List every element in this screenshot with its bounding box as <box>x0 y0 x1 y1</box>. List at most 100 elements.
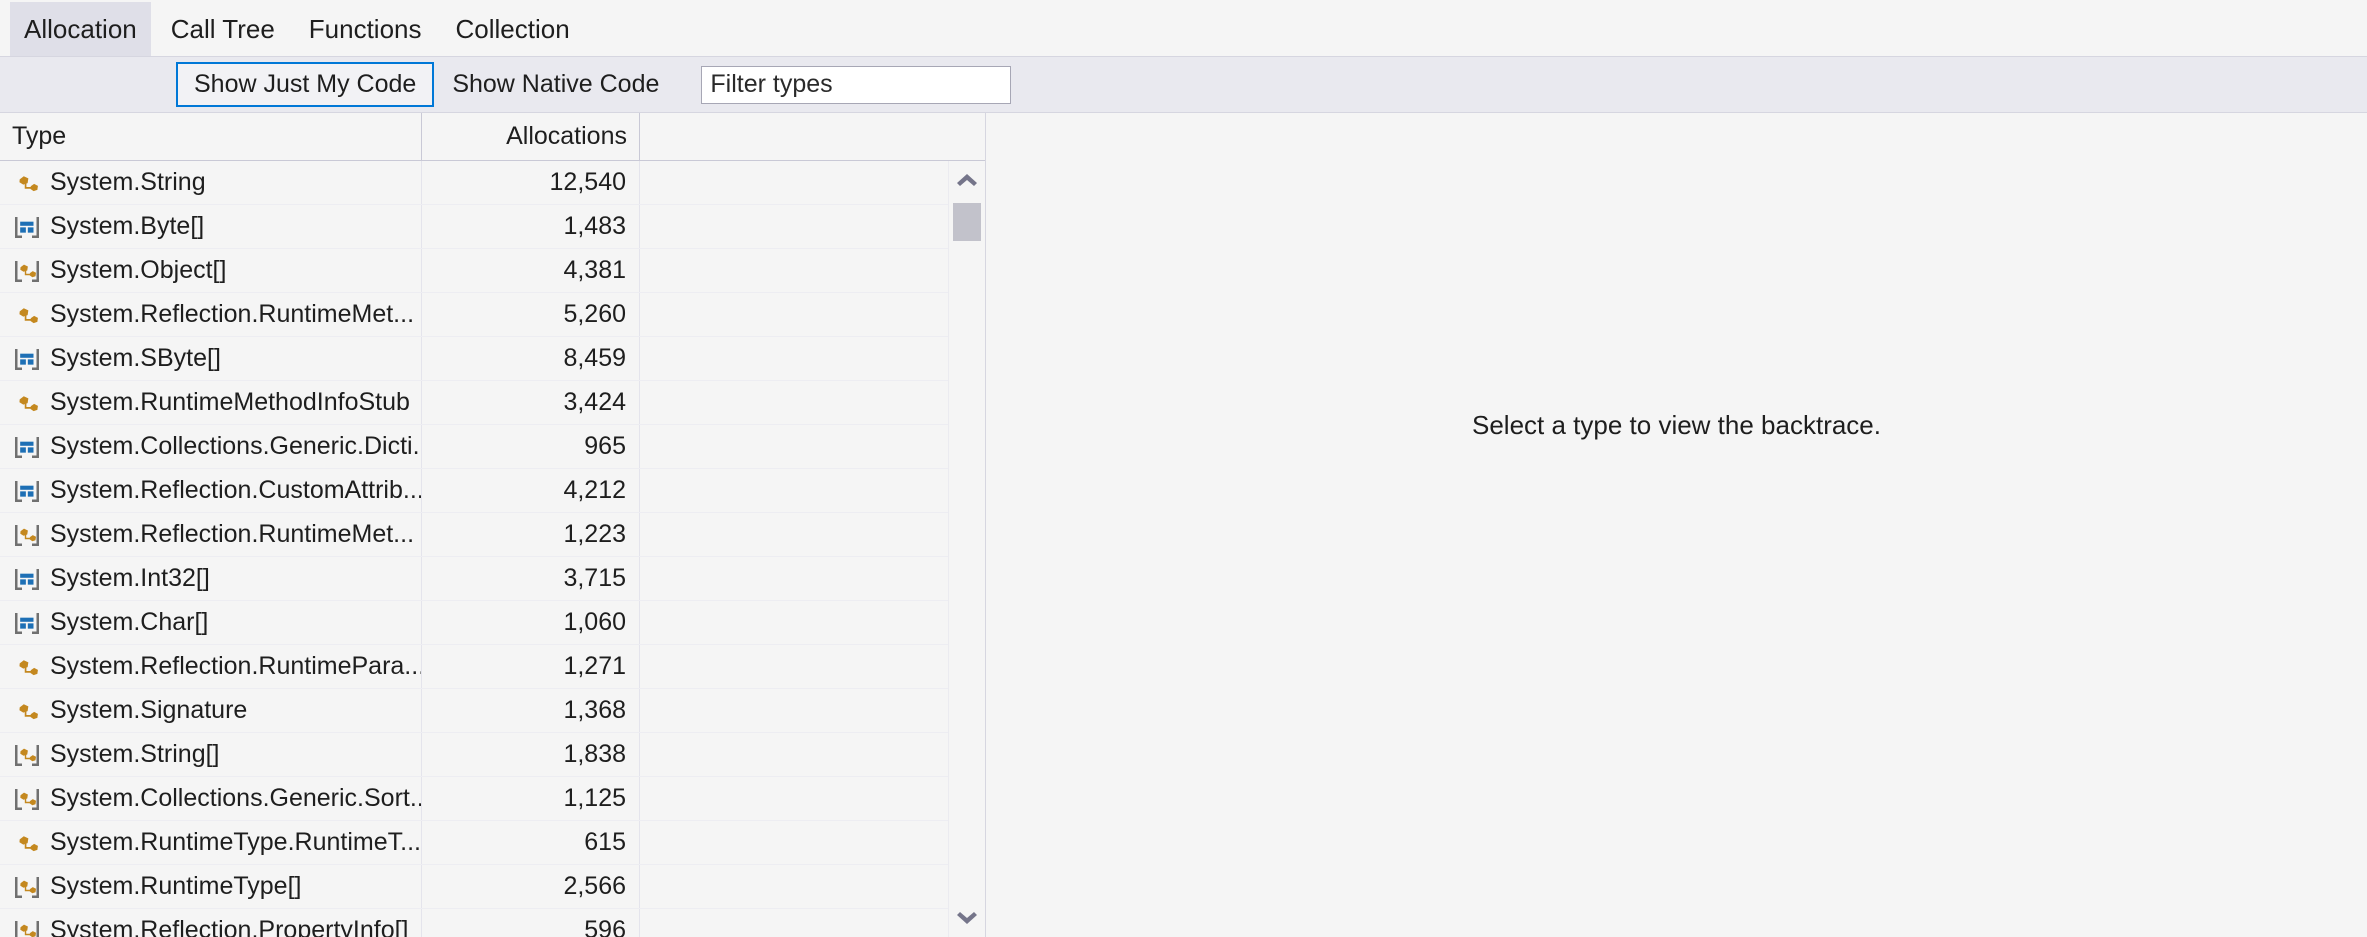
column-header-allocations[interactable]: Allocations <box>422 113 640 160</box>
cell-allocations: 1,271 <box>422 645 640 688</box>
class-array-icon <box>15 524 39 546</box>
class-array-icon <box>15 260 39 282</box>
type-name-label: System.Object[] <box>50 256 227 284</box>
cell-spare <box>640 645 985 688</box>
struct-array-icon <box>15 348 39 370</box>
struct-array-icon <box>15 568 39 590</box>
scrollbar-thumb[interactable] <box>953 203 981 241</box>
cell-allocations: 965 <box>422 425 640 468</box>
show-just-my-code-button[interactable]: Show Just My Code <box>176 61 435 108</box>
cell-type: System.String[] <box>0 733 422 776</box>
cell-allocations: 1,125 <box>422 777 640 820</box>
table-row[interactable]: System.Reflection.PropertyInfo[] 596 <box>0 909 985 937</box>
table-row[interactable]: System.Reflection.RuntimePara... 1,271 <box>0 645 985 689</box>
cell-spare <box>640 425 985 468</box>
cell-spare <box>640 601 985 644</box>
cell-type: System.Char[] <box>0 601 422 644</box>
table-row[interactable]: System.String 12,540 <box>0 161 985 205</box>
type-name-label: System.RuntimeType.RuntimeT... <box>50 828 421 856</box>
table-row[interactable]: System.RuntimeType.RuntimeT... 615 <box>0 821 985 865</box>
cell-type: System.RuntimeType.RuntimeT... <box>0 821 422 864</box>
tab-functions[interactable]: Functions <box>295 16 436 56</box>
cell-type: System.RuntimeType[] <box>0 865 422 908</box>
type-name-label: System.Collections.Generic.Sort... <box>50 784 421 812</box>
cell-spare <box>640 161 985 204</box>
toolbar: Show Just My Code Show Native Code <box>0 57 2367 113</box>
cell-spare <box>640 249 985 292</box>
cell-spare <box>640 381 985 424</box>
table-row[interactable]: System.RuntimeMethodInfoStub 3,424 <box>0 381 985 425</box>
table-row[interactable]: System.Reflection.RuntimeMet... 5,260 <box>0 293 985 337</box>
class-array-icon <box>15 920 39 937</box>
type-name-label: System.Collections.Generic.Dicti... <box>50 432 421 460</box>
cell-spare <box>640 821 985 864</box>
table-row[interactable]: System.String[] 1,838 <box>0 733 985 777</box>
type-name-label: System.Reflection.PropertyInfo[] <box>50 916 409 937</box>
table-row[interactable]: System.Int32[] 3,715 <box>0 557 985 601</box>
class-icon <box>19 395 38 411</box>
type-name-label: System.Signature <box>50 696 248 724</box>
table-row[interactable]: System.Collections.Generic.Dicti... 965 <box>0 425 985 469</box>
cell-spare <box>640 777 985 820</box>
cell-type: System.Int32[] <box>0 557 422 600</box>
type-name-label: System.Int32[] <box>50 564 210 592</box>
cell-allocations: 1,368 <box>422 689 640 732</box>
table-row[interactable]: System.Byte[] 1,483 <box>0 205 985 249</box>
cell-type: System.Collections.Generic.Dicti... <box>0 425 422 468</box>
class-icon <box>19 175 38 191</box>
table-row[interactable]: System.Reflection.RuntimeMet... 1,223 <box>0 513 985 557</box>
table-row[interactable]: System.Object[] 4,381 <box>0 249 985 293</box>
type-name-label: System.SByte[] <box>50 344 221 372</box>
cell-allocations: 3,715 <box>422 557 640 600</box>
class-icon <box>19 703 38 719</box>
tab-call-tree[interactable]: Call Tree <box>157 16 289 56</box>
cell-type: System.SByte[] <box>0 337 422 380</box>
filter-types-input[interactable] <box>701 65 1012 104</box>
cell-allocations: 12,540 <box>422 161 640 204</box>
cell-allocations: 4,381 <box>422 249 640 292</box>
content-split: Type Allocations System.String 12,540 Syst… <box>0 113 2367 937</box>
cell-type: System.Reflection.RuntimePara... <box>0 645 422 688</box>
type-name-label: System.Byte[] <box>50 212 205 240</box>
table-row[interactable]: System.SByte[] 8,459 <box>0 337 985 381</box>
scroll-down-button[interactable] <box>949 901 985 937</box>
class-array-icon <box>15 744 39 766</box>
tab-collection[interactable]: Collection <box>442 16 584 56</box>
type-name-label: System.String <box>50 168 206 196</box>
cell-allocations: 615 <box>422 821 640 864</box>
table-row[interactable]: System.Signature 1,368 <box>0 689 985 733</box>
class-array-icon <box>15 788 39 810</box>
cell-allocations: 2,566 <box>422 865 640 908</box>
cell-spare <box>640 689 985 732</box>
cell-spare <box>640 293 985 336</box>
cell-allocations: 1,060 <box>422 601 640 644</box>
types-scrollbar[interactable] <box>948 161 985 937</box>
cell-spare <box>640 865 985 908</box>
type-name-label: System.String[] <box>50 740 220 768</box>
class-icon <box>19 835 38 851</box>
show-native-code-button[interactable]: Show Native Code <box>434 62 677 108</box>
tab-allocation[interactable]: Allocation <box>10 2 151 56</box>
cell-type: System.RuntimeMethodInfoStub <box>0 381 422 424</box>
cell-spare <box>640 337 985 380</box>
cell-allocations: 3,424 <box>422 381 640 424</box>
cell-type: System.Reflection.CustomAttrib... <box>0 469 422 512</box>
cell-spare <box>640 557 985 600</box>
cell-type: System.Reflection.RuntimeMet... <box>0 293 422 336</box>
cell-allocations: 596 <box>422 909 640 937</box>
type-name-label: System.RuntimeMethodInfoStub <box>50 388 410 416</box>
table-row[interactable]: System.Char[] 1,060 <box>0 601 985 645</box>
cell-allocations: 1,838 <box>422 733 640 776</box>
table-row[interactable]: System.RuntimeType[] 2,566 <box>0 865 985 909</box>
type-name-label: System.Reflection.RuntimePara... <box>50 652 421 680</box>
class-icon <box>19 307 38 323</box>
cell-type: System.Signature <box>0 689 422 732</box>
table-row[interactable]: System.Collections.Generic.Sort... 1,125 <box>0 777 985 821</box>
scroll-up-button[interactable] <box>949 161 985 197</box>
chevron-down-icon <box>955 911 979 927</box>
table-row[interactable]: System.Reflection.CustomAttrib... 4,212 <box>0 469 985 513</box>
scrollbar-track[interactable] <box>949 197 985 901</box>
backtrace-pane: Select a type to view the backtrace. <box>986 113 2367 937</box>
column-header-type[interactable]: Type <box>0 113 422 160</box>
backtrace-placeholder: Select a type to view the backtrace. <box>1472 409 1881 440</box>
